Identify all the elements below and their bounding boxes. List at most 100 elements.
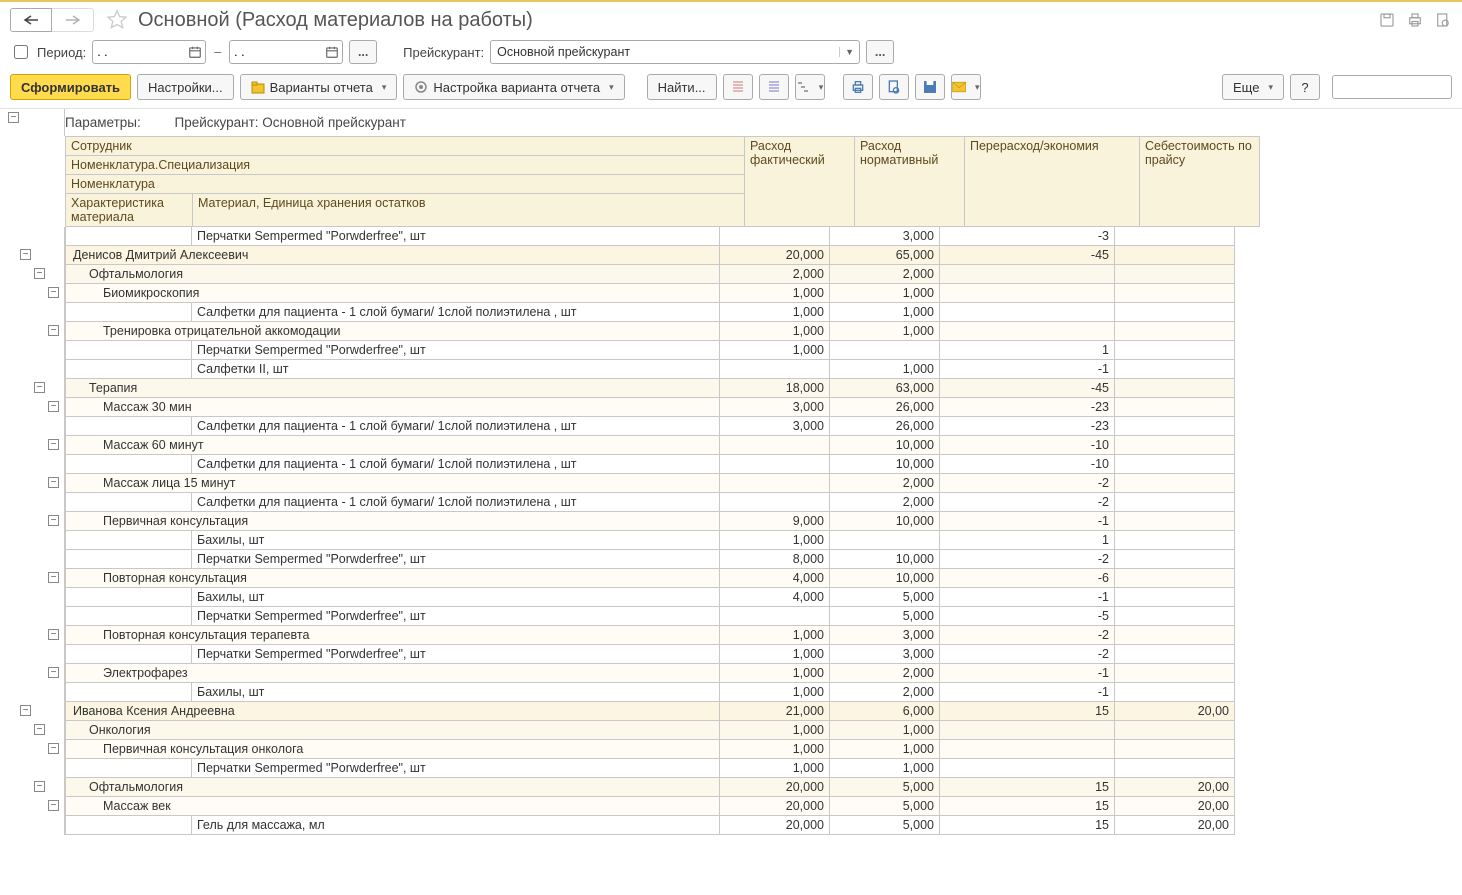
print-preview-button[interactable] <box>879 74 909 100</box>
value-cell <box>940 265 1115 284</box>
value-cell: -5 <box>940 607 1115 626</box>
value-cell: 20,00 <box>1115 816 1235 835</box>
value-cell: 20,000 <box>720 246 830 265</box>
favorite-star-icon[interactable] <box>106 9 128 31</box>
collapse-icon[interactable]: − <box>48 325 59 336</box>
data-row: Перчатки Sempermed "Porwderfree", шт5,00… <box>0 607 1462 626</box>
nav-forward-button[interactable] <box>52 8 94 32</box>
collapse-icon[interactable]: − <box>48 401 59 412</box>
value-cell: 3,000 <box>830 227 940 246</box>
value-cell: 1,000 <box>720 721 830 740</box>
value-cell <box>1115 588 1235 607</box>
pricelist-select-button[interactable]: ... <box>866 40 894 64</box>
period-checkbox[interactable] <box>14 45 28 59</box>
col-char: Характеристика материала <box>66 194 193 227</box>
toolbar: Сформировать Настройки... Варианты отчет… <box>0 68 1462 106</box>
nav-back-button[interactable] <box>10 8 52 32</box>
data-row: −Иванова Ксения Андреевна21,0006,0001520… <box>0 702 1462 721</box>
collapse-icon[interactable]: − <box>48 572 59 583</box>
pricelist-combo[interactable]: Основной прейскурант ▼ <box>490 40 860 64</box>
value-cell: -10 <box>940 455 1115 474</box>
collapse-icon[interactable]: − <box>48 515 59 526</box>
char-cell <box>65 816 192 835</box>
send-button[interactable] <box>951 74 981 100</box>
value-cell: 5,000 <box>830 588 940 607</box>
group-cell: Массаж лица 15 минут <box>65 474 720 493</box>
value-cell: 10,000 <box>830 436 940 455</box>
report-variants-button[interactable]: Варианты отчета <box>240 74 398 100</box>
collapse-icon[interactable]: − <box>48 629 59 640</box>
data-row: −Повторная консультация терапевта1,0003,… <box>0 626 1462 645</box>
period-to-input[interactable] <box>229 40 343 64</box>
period-from-field[interactable] <box>93 45 173 59</box>
material-cell: Салфетки для пациента - 1 слой бумаги/ 1… <box>192 417 720 436</box>
tree-cell <box>0 607 65 626</box>
data-row: −Онкология1,0001,000 <box>0 721 1462 740</box>
value-cell <box>1115 512 1235 531</box>
data-row: Бахилы, шт1,0001 <box>0 531 1462 550</box>
char-cell <box>65 455 192 474</box>
data-row: −Массаж 30 мин3,00026,000-23 <box>0 398 1462 417</box>
collapse-icon[interactable]: − <box>48 800 59 811</box>
value-cell: 2,000 <box>830 265 940 284</box>
generate-button[interactable]: Сформировать <box>10 74 131 100</box>
calendar-icon[interactable] <box>188 45 202 59</box>
value-cell: 20,00 <box>1115 797 1235 816</box>
help-button[interactable]: ? <box>1290 74 1320 100</box>
group-cell: Иванова Ксения Андреевна <box>65 702 720 721</box>
period-from-input[interactable] <box>92 40 206 64</box>
tree-cell: − <box>0 379 65 398</box>
group-cell: Массаж 30 мин <box>65 398 720 417</box>
levels-button[interactable] <box>795 74 825 100</box>
save-icon[interactable] <box>1378 11 1396 29</box>
preview-icon[interactable] <box>1434 11 1452 29</box>
chevron-down-icon[interactable]: ▼ <box>839 47 859 57</box>
tree-cell: − <box>0 797 65 816</box>
period-select-button[interactable]: ... <box>349 40 377 64</box>
collapse-icon[interactable]: − <box>48 477 59 488</box>
expand-all-button[interactable] <box>723 74 753 100</box>
print-icon[interactable] <box>1406 11 1424 29</box>
data-row: −Массаж век20,0005,0001520,00 <box>0 797 1462 816</box>
collapse-all-button[interactable] <box>759 74 789 100</box>
more-button[interactable]: Еще <box>1222 74 1284 100</box>
collapse-icon[interactable]: − <box>20 705 31 716</box>
group-cell: Первичная консультация онколога <box>65 740 720 759</box>
value-cell: -23 <box>940 417 1115 436</box>
group-cell: Массаж век <box>65 797 720 816</box>
collapse-icon[interactable]: − <box>8 112 19 123</box>
find-button[interactable]: Найти... <box>647 74 717 100</box>
settings-button[interactable]: Настройки... <box>137 74 234 100</box>
material-cell: Салфетки для пациента - 1 слой бумаги/ 1… <box>192 455 720 474</box>
search-box[interactable] <box>1332 75 1452 99</box>
calendar-icon[interactable] <box>325 45 339 59</box>
collapse-icon[interactable]: − <box>34 268 45 279</box>
period-to-field[interactable] <box>230 45 310 59</box>
collapse-icon[interactable]: − <box>48 667 59 678</box>
data-row: −Массаж 60 минут10,000-10 <box>0 436 1462 455</box>
variant-settings-button[interactable]: Настройка варианта отчета <box>403 74 624 100</box>
collapse-icon[interactable]: − <box>34 781 45 792</box>
value-cell <box>1115 265 1235 284</box>
tree-cell <box>0 455 65 474</box>
collapse-icon[interactable]: − <box>34 382 45 393</box>
collapse-icon[interactable]: − <box>20 249 31 260</box>
parameters-label: Параметры: <box>65 115 141 130</box>
save-button[interactable] <box>915 74 945 100</box>
collapse-icon[interactable]: − <box>48 439 59 450</box>
value-cell: -45 <box>940 246 1115 265</box>
collapse-icon[interactable]: − <box>48 287 59 298</box>
value-cell: -1 <box>940 360 1115 379</box>
char-cell <box>65 645 192 664</box>
data-row: Салфетки для пациента - 1 слой бумаги/ 1… <box>0 303 1462 322</box>
value-cell <box>940 759 1115 778</box>
value-cell: -1 <box>940 664 1115 683</box>
value-cell: -6 <box>940 569 1115 588</box>
value-cell <box>720 227 830 246</box>
collapse-icon[interactable]: − <box>34 724 45 735</box>
tree-cell: − <box>0 474 65 493</box>
collapse-icon[interactable]: − <box>48 743 59 754</box>
value-cell: 1,000 <box>720 740 830 759</box>
value-cell: 9,000 <box>720 512 830 531</box>
print-button[interactable] <box>843 74 873 100</box>
